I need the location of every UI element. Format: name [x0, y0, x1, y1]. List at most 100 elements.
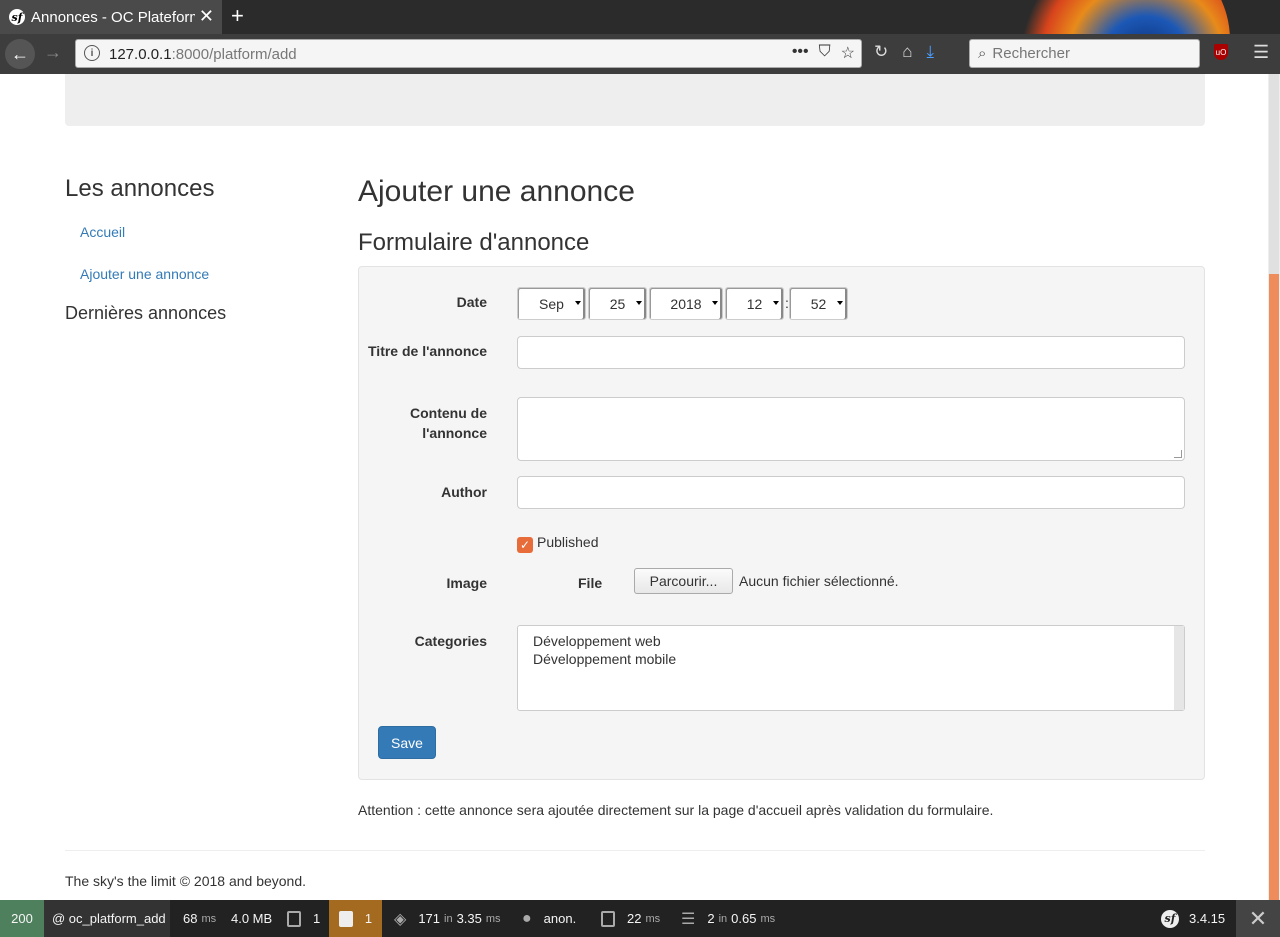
symfony-favicon-icon: sf [9, 9, 25, 25]
chevron-down-icon [575, 301, 581, 305]
author-label: Author [441, 484, 487, 500]
sidebar-link-ajouter[interactable]: Ajouter une annonce [80, 266, 209, 282]
time-unit: ms [201, 912, 217, 925]
search-placeholder: Rechercher [992, 45, 1070, 62]
date-hour-value: 12 [746, 295, 763, 312]
category-option[interactable]: Développement web [533, 632, 1169, 650]
cache-panel[interactable]: 22 ms [601, 900, 660, 937]
download-icon[interactable]: ⤓ [927, 42, 935, 62]
symfony-debug-toolbar: 200 @ oc_platform_add 68 ms 4.0 MB 1 1 ◈ 1… [0, 900, 1280, 937]
database-icon: ☰ [681, 910, 696, 928]
logs-panel[interactable]: 1 [287, 900, 320, 937]
layers-icon: ◈ [394, 910, 407, 928]
cache-time: 22 [627, 911, 642, 926]
symfony-logo-icon: sf [1161, 909, 1179, 928]
published-label[interactable]: Published [537, 534, 599, 550]
table-icon [601, 910, 615, 927]
document-icon [287, 910, 301, 927]
file-label: File [578, 575, 603, 591]
request-time[interactable]: 68 ms [183, 900, 216, 937]
twig-panel[interactable]: ◈ 171 in 3.35 ms [394, 900, 501, 937]
date-month-value: Sep [539, 295, 564, 312]
warnings-panel[interactable]: 1 [329, 900, 382, 937]
multiselect-scrollbar[interactable] [1174, 626, 1184, 710]
date-day-select[interactable]: 25 [588, 287, 647, 320]
memory-usage[interactable]: 4.0 MB [231, 900, 272, 937]
header-jumbotron [65, 74, 1205, 126]
hamburger-menu-icon[interactable]: ☰ [1253, 42, 1269, 63]
user-name: anon. [543, 911, 577, 926]
title-input[interactable] [517, 336, 1185, 369]
title-label: Titre de l'annonce [368, 343, 487, 359]
date-minute-select[interactable]: 52 [789, 287, 848, 320]
site-info-icon[interactable]: i [84, 45, 100, 61]
address-bar[interactable]: i 127.0.0.1:8000/platform/add ••• ⛉ ☆ [75, 39, 862, 68]
db-time: 0.65 [731, 911, 757, 926]
twig-in: in [444, 912, 453, 925]
reload-icon[interactable]: ↻ [874, 42, 888, 62]
warnings-count: 1 [364, 911, 373, 926]
sidebar-title: Les annonces [65, 175, 215, 202]
sidebar-link-accueil[interactable]: Accueil [80, 224, 125, 240]
category-option[interactable]: Développement mobile [533, 650, 1169, 668]
categories-multiselect[interactable]: Développement web Développement mobile [517, 625, 1185, 711]
time-value: 68 [183, 911, 198, 926]
close-toolbar-icon[interactable]: ✕ [1236, 900, 1280, 937]
ublock-shield-icon[interactable]: uO [1214, 44, 1228, 60]
file-status: Aucun fichier sélectionné. [739, 573, 899, 589]
forward-arrow-icon[interactable]: → [44, 42, 62, 63]
content-label: Contenu de l'annonce [410, 405, 487, 441]
save-button[interactable]: Save [378, 726, 436, 759]
date-year-select[interactable]: 2018 [649, 287, 723, 320]
scrollbar-thumb[interactable] [1269, 74, 1279, 274]
search-icon: ⌕ [978, 45, 987, 62]
latest-ads-title: Dernières annonces [65, 303, 227, 323]
symfony-version[interactable]: sf 3.4.15 [1161, 900, 1225, 937]
content-textarea[interactable] [517, 397, 1185, 461]
status-code: 200 [11, 911, 33, 926]
date-month-select[interactable]: Sep [517, 287, 586, 320]
url-text: 127.0.0.1:8000/platform/add [109, 46, 297, 63]
user-panel[interactable]: ● anon. [522, 900, 576, 937]
browser-tab-bar: sf Annonces - OC Plateform ✕ + [0, 0, 1280, 34]
author-input[interactable] [517, 476, 1185, 509]
database-panel[interactable]: ☰ 2 in 0.65 ms [681, 900, 775, 937]
bookmark-star-icon[interactable]: ☆ [841, 43, 855, 63]
db-count: 2 [707, 911, 715, 926]
chevron-down-icon [773, 301, 779, 305]
page-actions-icon[interactable]: ••• [792, 43, 809, 63]
route-name[interactable]: @ oc_platform_add [44, 900, 170, 937]
twig-time: 3.35 [456, 911, 482, 926]
browser-theme-artwork [1020, 0, 1240, 34]
scrollbar-track-highlight [1269, 274, 1279, 900]
chevron-down-icon [712, 301, 718, 305]
page-scrollbar[interactable] [1268, 74, 1280, 900]
validation-notice: Attention : cette annonce sera ajoutée d… [358, 802, 994, 818]
search-input[interactable]: ⌕ Rechercher [969, 39, 1200, 68]
tab-close-icon[interactable]: ✕ [199, 6, 214, 27]
resize-grip-icon[interactable] [1174, 450, 1182, 458]
pocket-icon[interactable]: ⛉ [819, 43, 831, 63]
date-hour-select[interactable]: 12 [725, 287, 784, 320]
back-arrow-icon[interactable]: ← [5, 39, 35, 69]
browse-file-button[interactable]: Parcourir... [634, 568, 733, 594]
version-text: 3.4.15 [1189, 911, 1226, 926]
chevron-down-icon [636, 301, 642, 305]
toolbar-icons: ↻ ⌂ ⤓ [874, 42, 934, 62]
url-actions: ••• ⛉ ☆ [792, 43, 855, 63]
warning-icon [338, 910, 353, 927]
db-unit: ms [760, 912, 776, 925]
status-code-badge[interactable]: 200 [0, 900, 44, 937]
cache-unit: ms [645, 912, 661, 925]
home-icon[interactable]: ⌂ [902, 42, 912, 62]
page-content: Les annonces Accueil Ajouter une annonce… [0, 74, 1268, 900]
user-icon: ● [522, 909, 532, 927]
date-minute-value: 52 [810, 295, 827, 312]
browser-tab[interactable]: sf Annonces - OC Plateform ✕ [0, 0, 222, 34]
tab-title: Annonces - OC Plateform [31, 8, 195, 26]
new-tab-button[interactable]: + [231, 3, 244, 29]
footer-divider [65, 850, 1205, 851]
twig-count: 171 [418, 911, 441, 926]
twig-unit: ms [485, 912, 501, 925]
published-checkbox[interactable]: ✓ [517, 537, 533, 553]
